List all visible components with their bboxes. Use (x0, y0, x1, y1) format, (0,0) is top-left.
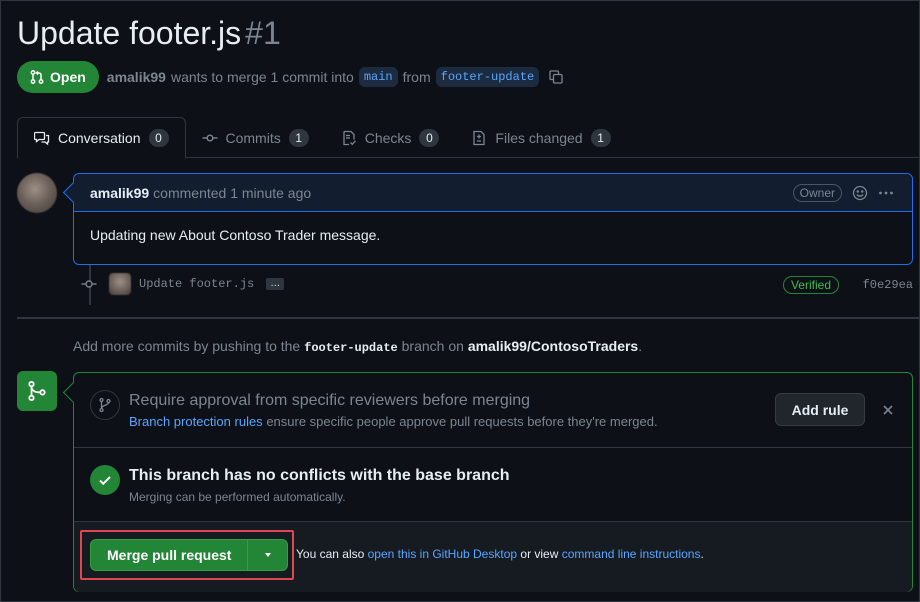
kebab-horizontal-icon[interactable] (878, 185, 894, 201)
avatar[interactable] (17, 173, 57, 213)
push-hint-suffix: . (638, 338, 643, 354)
comment-card: amalik99 commented 1 minute ago Owner Up… (73, 173, 913, 265)
file-diff-icon (473, 130, 486, 145)
tab-label: Conversation (58, 130, 141, 146)
tab-conversation[interactable]: Conversation 0 (17, 117, 186, 159)
review-desc-text: ensure specific people approve pull requ… (266, 414, 658, 429)
pr-title: Update footer.js (17, 15, 242, 51)
owner-badge: Owner (792, 184, 842, 202)
branch-icon-circle (90, 390, 120, 420)
close-icon[interactable] (880, 402, 896, 418)
git-commit-icon (81, 280, 97, 288)
commit-message[interactable]: Update footer.js (139, 277, 254, 291)
commit-sha[interactable]: f0e29ea (863, 278, 913, 292)
git-merge-icon (28, 381, 46, 401)
pr-status-row: Open amalik99 wants to merge 1 commit in… (17, 61, 564, 93)
copy-icon[interactable] (548, 69, 564, 85)
tab-counter: 0 (148, 129, 169, 147)
comment-author[interactable]: amalik99 (90, 185, 149, 201)
page-title: Update footer.js #1 (17, 15, 281, 52)
review-requirement-section: Require approval from specific reviewers… (74, 373, 912, 448)
pr-author-link[interactable]: amalik99 (107, 69, 166, 85)
pr-summary-text: wants to merge 1 commit into (170, 69, 354, 85)
comment-meta[interactable]: commented 1 minute ago (153, 185, 311, 201)
check-icon (99, 476, 111, 486)
push-hint-middle: branch on (401, 338, 464, 354)
tab-counter: 1 (590, 128, 611, 147)
pr-summary: amalik99 wants to merge 1 commit into ma… (107, 67, 564, 87)
checklist-icon (343, 130, 356, 145)
check-circle (90, 465, 120, 495)
timeline-divider (17, 317, 919, 319)
also-suffix: . (700, 547, 704, 561)
smiley-icon[interactable] (852, 185, 868, 201)
pr-number: #1 (245, 15, 281, 51)
base-branch[interactable]: main (358, 67, 398, 87)
review-title: Require approval from specific reviewers… (129, 392, 531, 409)
git-branch-icon (99, 397, 111, 413)
tab-files-changed[interactable]: Files changed 1 (455, 117, 626, 158)
also-prefix: You can also (296, 547, 365, 561)
triangle-down-icon (264, 553, 271, 557)
comment-header: amalik99 commented 1 minute ago Owner (74, 174, 912, 212)
merge-pull-request-button[interactable]: Merge pull request (91, 540, 247, 570)
merge-alternatives: You can also open this in GitHub Desktop… (296, 547, 704, 561)
or-view-text: or view (520, 547, 559, 561)
commit-avatar[interactable] (109, 273, 131, 295)
tab-counter: 0 (419, 128, 440, 147)
pr-tabs: Conversation 0 Commits 1 Checks 0 Files … (17, 117, 919, 159)
status-label: Open (50, 69, 86, 85)
merge-options-dropdown[interactable] (247, 540, 287, 570)
comment-discussion-icon (34, 131, 50, 146)
push-hint-repo: amalik99/ContosoTraders (467, 338, 639, 354)
merge-status-icon (17, 371, 57, 411)
from-text: from (402, 69, 431, 85)
tab-label: Commits (225, 129, 281, 146)
commit-expand-button[interactable]: … (266, 278, 285, 290)
merge-action-section: Merge pull request You can also open thi… (74, 522, 912, 592)
push-hint-prefix: Add more commits by pushing to the (73, 338, 301, 354)
tab-commits[interactable]: Commits 1 (186, 117, 325, 158)
timeline-commit: Update footer.js … Verified f0e29ea (81, 271, 913, 297)
git-pull-request-icon (30, 70, 44, 84)
merge-box: Require approval from specific reviewers… (73, 372, 913, 592)
command-line-link[interactable]: command line instructions (562, 547, 701, 561)
conflict-section: This branch has no conflicts with the ba… (74, 448, 912, 522)
head-branch[interactable]: footer-update (435, 67, 540, 87)
push-hint-branch: footer-update (304, 341, 398, 355)
github-desktop-link[interactable]: open this in GitHub Desktop (368, 547, 517, 561)
status-badge: Open (17, 61, 99, 93)
branch-protection-link[interactable]: Branch protection rules (129, 414, 263, 429)
review-description: Branch protection rules ensure specific … (129, 414, 658, 429)
verified-badge[interactable]: Verified (782, 276, 839, 294)
add-rule-button[interactable]: Add rule (775, 393, 865, 426)
tab-label: Checks (364, 129, 412, 146)
tab-label: Files changed (495, 129, 583, 146)
git-commit-icon (202, 133, 217, 141)
merge-button-group: Merge pull request (90, 539, 289, 571)
tab-counter: 1 (288, 128, 309, 147)
conflict-description: Merging can be performed automatically. (129, 490, 346, 504)
tab-checks[interactable]: Checks 0 (325, 117, 456, 158)
push-hint: Add more commits by pushing to the foote… (73, 338, 642, 355)
conflict-title: This branch has no conflicts with the ba… (129, 467, 510, 484)
comment-body: Updating new About Contoso Trader messag… (90, 227, 381, 243)
